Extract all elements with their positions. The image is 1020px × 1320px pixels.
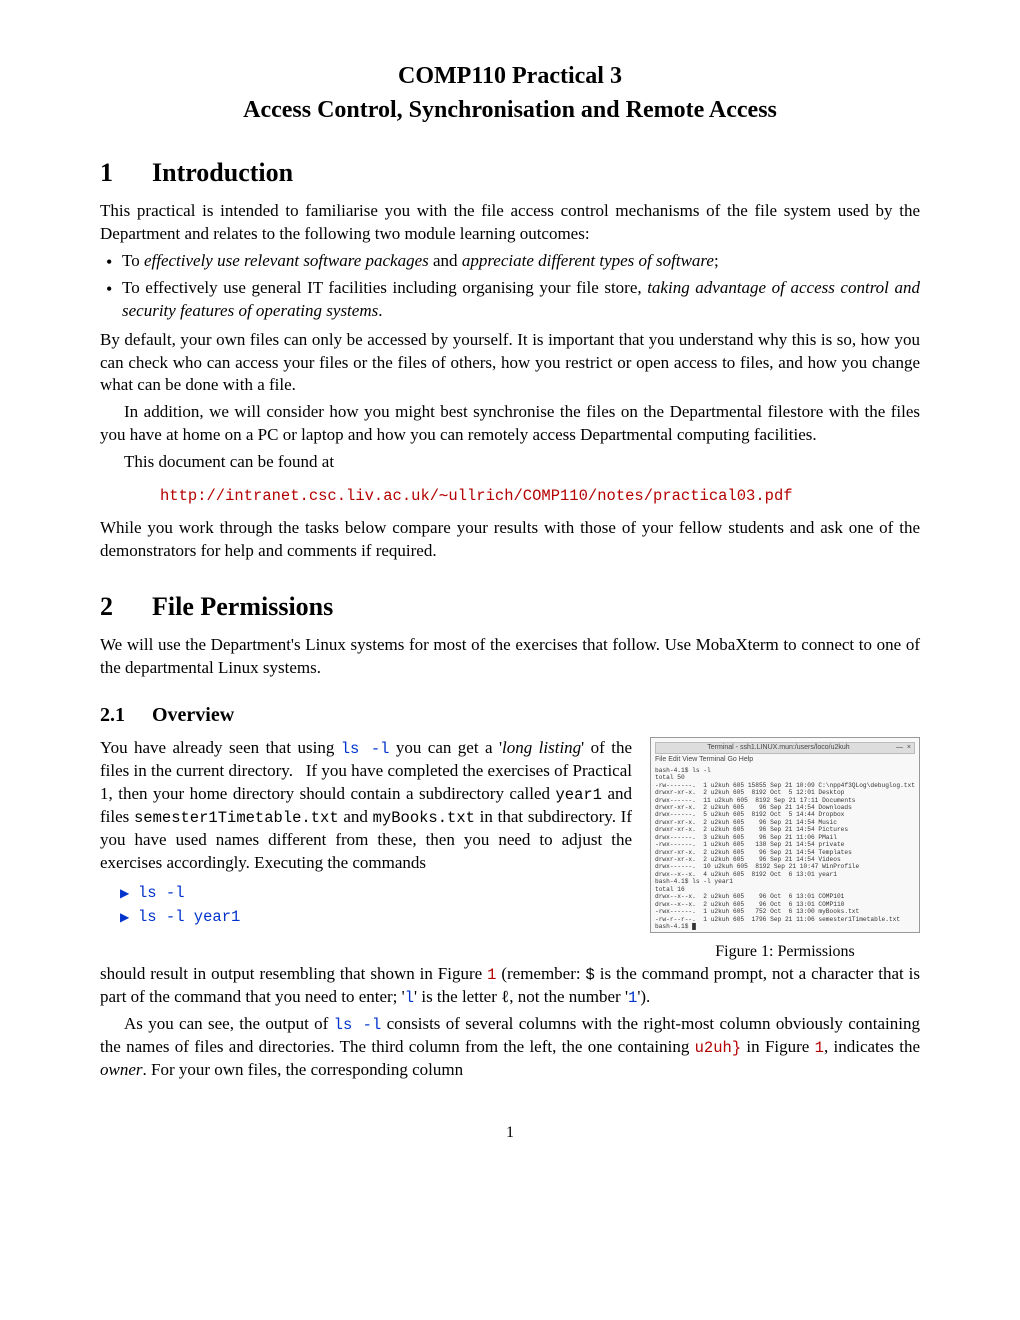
figure-ref-1[interactable]: 1 [487, 966, 496, 984]
prompt-triangle-icon: ▶ [120, 885, 132, 901]
section-1-heading: 1Introduction [100, 155, 920, 190]
doc-title-line1: COMP110 Practical 3 [100, 60, 920, 92]
number-1: 1 [628, 989, 637, 1007]
list-item: To effectively use general IT facilities… [110, 277, 920, 323]
ls-l-command-2: ls -l [334, 1016, 382, 1034]
owner-username: u2uh} [695, 1039, 742, 1057]
terminal-titlebar: Terminal - ssh1.LINUX.mun:/users/loco/u2… [655, 742, 915, 754]
figure-1-caption: Figure 1: Permissions [650, 941, 920, 963]
after-fig-para-1: should result in output resembling that … [100, 963, 920, 1009]
intro-para-4: This document can be found at [100, 451, 920, 474]
section-1-number: 1 [100, 155, 152, 190]
section-2-number: 2 [100, 589, 152, 624]
file-mybooks: myBooks.txt [373, 809, 475, 827]
pdf-link[interactable]: http://intranet.csc.liv.ac.uk/∼ullrich/C… [160, 487, 793, 505]
document-url: http://intranet.csc.liv.ac.uk/∼ullrich/C… [160, 484, 920, 507]
figure-1-terminal: Terminal - ssh1.LINUX.mun:/users/loco/u2… [650, 737, 920, 933]
subsection-2-1-number: 2.1 [100, 702, 152, 729]
command-list: ▶ ls -l ▶ ls -l year1 [120, 881, 632, 928]
intro-para-1: This practical is intended to familiaris… [100, 200, 920, 246]
subsection-2-1-heading: 2.1Overview [100, 702, 920, 729]
ls-l-command: ls -l [341, 740, 390, 758]
figure-ref-1b[interactable]: 1 [815, 1039, 824, 1057]
file-semester1: semester1Timetable.txt [134, 809, 339, 827]
learning-outcomes-list: To effectively use relevant software pac… [100, 250, 920, 323]
intro-para-2: By default, your own files can only be a… [100, 329, 920, 398]
dollar-prompt: $ [586, 966, 595, 984]
section-2-heading: 2File Permissions [100, 589, 920, 624]
terminal-menubar: File Edit View Terminal Go Help [655, 756, 915, 764]
year1-dir: year1 [555, 786, 602, 804]
page-number: 1 [100, 1122, 920, 1144]
overview-para: You have already seen that using ls -l y… [100, 737, 632, 875]
intro-para-3: In addition, we will consider how you mi… [100, 401, 920, 447]
sec2-para-1: We will use the Department's Linux syste… [100, 634, 920, 680]
cmd-ls-l-year1: ls -l year1 [138, 908, 240, 926]
prompt-triangle-icon: ▶ [120, 909, 132, 925]
doc-title-line2: Access Control, Synchronisation and Remo… [100, 94, 920, 126]
cmd-ls-l: ls -l [138, 884, 185, 902]
after-fig-para-2: As you can see, the output of ls -l cons… [100, 1013, 920, 1082]
letter-l: l [405, 989, 414, 1007]
intro-para-5: While you work through the tasks below c… [100, 517, 920, 563]
list-item: To effectively use relevant software pac… [110, 250, 920, 273]
terminal-output: bash-4.1$ ls -ltotal 50-rw-------. 1 u2k… [655, 767, 915, 931]
